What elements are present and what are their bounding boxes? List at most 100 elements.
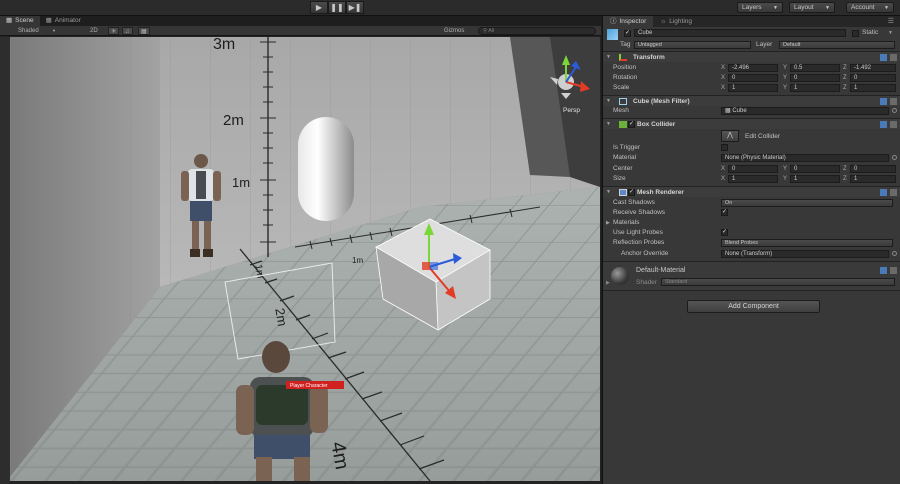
foldout-triangle-icon[interactable]: ▶ — [606, 280, 610, 286]
lighting-toggle-icon[interactable]: ☀ — [108, 27, 120, 35]
ruler-label-near-2m: 2m — [272, 307, 290, 327]
add-component-button[interactable]: Add Component — [687, 300, 820, 313]
layer-dropdown[interactable]: Default — [779, 41, 895, 49]
edit-collider-button[interactable]: ⋀ — [721, 130, 739, 142]
play-icon: ▶ — [315, 3, 323, 12]
settings-gear-icon[interactable] — [890, 189, 897, 196]
pause-button[interactable]: ❚❚ — [328, 1, 346, 14]
settings-gear-icon[interactable] — [890, 98, 897, 105]
object-picker-icon[interactable] — [892, 108, 897, 113]
mesh-field[interactable]: ▦ Cube — [721, 107, 889, 115]
capsule-object[interactable] — [298, 117, 354, 221]
audio-toggle-icon[interactable]: ♫ — [122, 27, 133, 35]
cast-shadows-dropdown[interactable]: On — [721, 199, 893, 207]
scene-icon: ▦ — [6, 17, 13, 24]
is-trigger-checkbox[interactable] — [721, 144, 728, 151]
account-dropdown[interactable]: Account ▼ — [846, 2, 894, 13]
scene-search-input[interactable]: ⚲ All — [478, 27, 596, 35]
active-checkbox[interactable]: ✓ — [624, 30, 631, 37]
size-y-field[interactable]: 1 — [790, 175, 840, 183]
foldout-triangle-icon[interactable]: ▼ — [606, 52, 611, 63]
gizmos-dropdown[interactable]: Gizmos — [444, 27, 464, 35]
reflection-probes-dropdown[interactable]: Blend Probes — [721, 239, 893, 247]
mesh-renderer-header[interactable]: ▼ ✓ Mesh Renderer — [603, 186, 900, 197]
object-name-field[interactable]: Cube — [634, 29, 846, 37]
mesh-renderer-enabled-checkbox[interactable]: ✓ — [628, 189, 635, 196]
scale-x-field[interactable]: 1 — [728, 84, 778, 92]
step-button[interactable]: ▶❚ — [346, 1, 364, 14]
mesh-filter-icon — [619, 98, 627, 105]
panel-menu-icon[interactable]: ☰ — [888, 17, 894, 25]
lighting-icon: ☼ — [660, 18, 667, 25]
settings-gear-icon[interactable] — [890, 54, 897, 61]
help-icon[interactable] — [880, 54, 887, 61]
foldout-triangle-icon[interactable]: ▼ — [606, 187, 611, 198]
materials-row[interactable]: ▶ Materials — [603, 218, 900, 228]
tab-scene[interactable]: ▦ Scene — [0, 16, 40, 26]
help-icon[interactable] — [880, 189, 887, 196]
inspector-panel: ⓘ Inspector ☼ Lighting ☰ ✓ Cube Static ▼ T… — [602, 16, 900, 484]
layers-dropdown[interactable]: Layers ▼ — [737, 2, 783, 13]
use-light-probes-row: Use Light Probes ✓ — [613, 229, 728, 236]
help-icon[interactable] — [880, 267, 887, 274]
effects-toggle-icon[interactable]: ▦ — [138, 27, 150, 35]
object-header: ✓ Cube Static ▼ — [603, 28, 900, 40]
position-z-field[interactable]: -1.492 — [850, 64, 896, 72]
mesh-renderer-icon — [619, 189, 627, 196]
position-x-field[interactable]: -2.496 — [728, 64, 778, 72]
receive-shadows-checkbox[interactable]: ✓ — [721, 209, 728, 216]
persp-label[interactable]: Persp — [563, 107, 580, 114]
scene-panel: ▦ Scene ▦ Animator Shaded ▼ 2D ☀ ♫ ▦ Gizmo… — [0, 16, 601, 484]
center-z-field[interactable]: 0 — [850, 165, 896, 173]
center-x-field[interactable]: 0 — [728, 165, 778, 173]
is-trigger-row: Is Trigger — [603, 143, 900, 153]
box-collider-enabled-checkbox[interactable]: ✓ — [628, 121, 635, 128]
scene-viewport[interactable]: 3m 2m 1m 1m 1m 2m 4m Player Character Pe… — [10, 37, 600, 481]
box-collider-header[interactable]: ▼ ✓ Box Collider — [603, 118, 900, 129]
chevron-down-icon[interactable]: ▼ — [888, 28, 893, 38]
settings-gear-icon[interactable] — [890, 267, 897, 274]
rotation-z-field[interactable]: 0 — [850, 74, 896, 82]
foldout-triangle-icon[interactable]: ▼ — [606, 119, 611, 130]
help-icon[interactable] — [880, 121, 887, 128]
position-y-field[interactable]: 0.5 — [790, 64, 840, 72]
anchor-override-field[interactable]: None (Transform) — [721, 250, 889, 258]
object-picker-icon[interactable] — [892, 251, 897, 256]
edit-collider-row: ⋀ Edit Collider — [603, 130, 900, 143]
transform-header[interactable]: ▼ Transform — [603, 51, 900, 62]
rotation-y-field[interactable]: 0 — [790, 74, 840, 82]
chevron-down-icon: ▼ — [825, 4, 830, 11]
edit-collider-icon: ⋀ — [727, 132, 733, 139]
material-name: Default-Material — [636, 267, 686, 274]
scene-3d-view[interactable]: 3m 2m 1m 1m 1m 2m 4m Player Character Pe… — [10, 37, 600, 481]
size-x-field[interactable]: 1 — [728, 175, 778, 183]
rotation-x-field[interactable]: 0 — [728, 74, 778, 82]
physic-material-field[interactable]: None (Physic Material) — [721, 154, 889, 162]
use-light-probes-checkbox[interactable]: ✓ — [721, 229, 728, 236]
size-z-field[interactable]: 1 — [850, 175, 896, 183]
chevron-down-icon: ▼ — [884, 4, 889, 11]
tab-animator[interactable]: ▦ Animator — [40, 16, 87, 26]
mesh-filter-header[interactable]: ▼ Cube (Mesh Filter) — [603, 95, 900, 106]
receive-shadows-row: Receive Shadows ✓ — [613, 209, 728, 216]
tab-lighting[interactable]: ☼ Lighting — [653, 16, 699, 27]
layout-dropdown[interactable]: Layout ▼ — [789, 2, 835, 13]
collider-material-row: Material None (Physic Material) — [603, 153, 900, 163]
2d-toggle[interactable]: 2D — [90, 27, 98, 35]
scale-y-field[interactable]: 1 — [790, 84, 840, 92]
tag-dropdown[interactable]: Untagged — [634, 41, 751, 49]
left-edge-strip — [0, 37, 10, 484]
shader-dropdown[interactable]: Standard — [661, 278, 895, 286]
help-icon[interactable] — [880, 98, 887, 105]
scale-z-field[interactable]: 1 — [850, 84, 896, 92]
foldout-triangle-icon[interactable]: ▶ — [606, 218, 610, 228]
object-picker-icon[interactable] — [892, 155, 897, 160]
shading-mode-dropdown[interactable]: Shaded — [18, 27, 39, 35]
cube-icon — [607, 29, 618, 40]
center-y-field[interactable]: 0 — [790, 165, 840, 173]
settings-gear-icon[interactable] — [890, 121, 897, 128]
play-button[interactable]: ▶ — [310, 1, 328, 14]
material-preview-icon — [611, 267, 629, 285]
static-checkbox[interactable] — [852, 30, 859, 37]
tab-inspector[interactable]: ⓘ Inspector — [603, 16, 654, 27]
